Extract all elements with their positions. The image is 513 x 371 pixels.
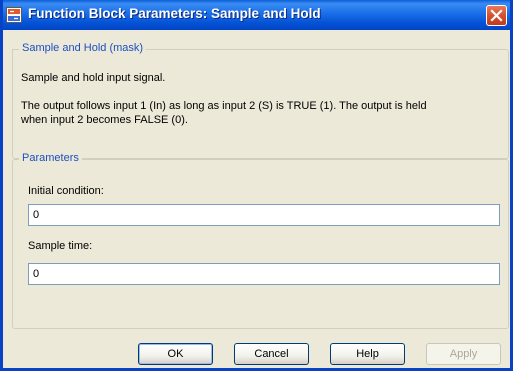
- dialog-window: Function Block Parameters: Sample and Ho…: [0, 0, 513, 371]
- sample-time-field[interactable]: 0: [28, 263, 500, 285]
- cancel-button[interactable]: Cancel: [234, 343, 309, 365]
- title-bar[interactable]: Function Block Parameters: Sample and Ho…: [0, 0, 513, 30]
- sample-time-label: Sample time:: [28, 240, 93, 252]
- mask-details-line-1: The output follows input 1 (In) as long …: [21, 100, 427, 112]
- mask-description: Sample and hold input signal.: [21, 72, 166, 84]
- initial-condition-field[interactable]: 0: [28, 204, 500, 226]
- help-button[interactable]: Help: [330, 343, 405, 365]
- simulink-block-icon: [6, 7, 22, 23]
- mask-details-line-2: when input 2 becomes FALSE (0).: [21, 114, 188, 126]
- parameters-group-title: Parameters: [19, 152, 82, 164]
- close-button[interactable]: [486, 5, 507, 26]
- dialog-body: Sample and Hold (mask) Sample and hold i…: [3, 30, 510, 368]
- window-title: Function Block Parameters: Sample and Ho…: [28, 6, 321, 21]
- ok-button[interactable]: OK: [138, 343, 213, 365]
- close-icon: [490, 9, 503, 22]
- mask-group-title: Sample and Hold (mask): [19, 42, 147, 54]
- apply-button[interactable]: Apply: [426, 343, 501, 365]
- initial-condition-label: Initial condition:: [28, 185, 104, 197]
